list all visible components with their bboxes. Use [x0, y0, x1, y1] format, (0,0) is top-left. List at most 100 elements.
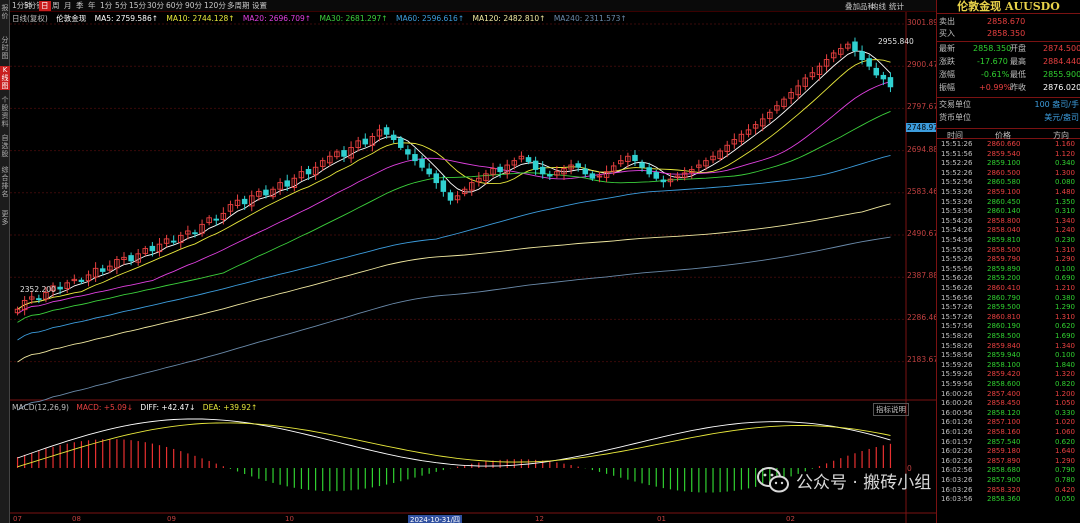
- ma60-line: [17, 154, 891, 341]
- indicator-help-button[interactable]: 指标说明: [873, 403, 909, 416]
- trade-row: 15:59:26 2859.420 1.320: [937, 370, 1080, 379]
- trade-price: 2858.500: [987, 332, 1021, 340]
- trade-direction: 0.340: [1054, 159, 1075, 168]
- unit-row: 货币单位 美元/盎司: [937, 112, 1080, 124]
- candle-body: [57, 286, 63, 290]
- trade-row: 15:59:26 2858.100 1.840: [937, 361, 1080, 370]
- macd-title: MACD(12,26,9): [12, 403, 69, 412]
- ma30-line: [17, 110, 891, 323]
- ma20-line: [17, 81, 891, 314]
- unit-value: 美元/盎司: [1044, 113, 1079, 122]
- trade-row: 15:56:26 2859.200 0.690: [937, 274, 1080, 283]
- candle-body: [639, 162, 645, 168]
- trade-price: 2859.890: [987, 264, 1021, 273]
- trade-price: 2857.900: [987, 476, 1021, 484]
- stat-row: 最新 2858.350 开盘 2874.500: [937, 43, 1080, 55]
- candle-body: [866, 58, 872, 67]
- trade-direction: 0.690: [1054, 274, 1075, 283]
- trade-time: 16:00:26: [941, 389, 973, 398]
- trade-direction: 1.640: [1054, 447, 1075, 456]
- stat-label: 昨收: [1010, 83, 1026, 92]
- candle-body: [547, 174, 553, 177]
- trade-price: 2858.120: [987, 408, 1021, 417]
- stat-value: -0.61%: [981, 70, 1010, 79]
- candle-body: [149, 245, 156, 252]
- trade-time: 16:01:26: [941, 418, 973, 427]
- trade-row: 15:52:26 2860.500 1.300: [937, 169, 1080, 178]
- trade-price: 2858.500: [987, 245, 1021, 254]
- bid-row: 买入 2858.350: [937, 28, 1080, 40]
- candle-body: [78, 279, 85, 282]
- stat-label: 最新: [939, 44, 955, 53]
- kline-chart[interactable]: [10, 0, 936, 523]
- trade-row: 16:00:26 2857.400 1.200: [937, 390, 1080, 399]
- unit-row: 交易单位 100 盎司/手: [937, 99, 1080, 111]
- candle-body: [440, 180, 447, 192]
- left-tab-bar: 报价 分时图 K线图 个股资料 自选股 综合排名 更多: [0, 0, 10, 523]
- stat-value: +0.99%: [979, 83, 1012, 92]
- candle-body: [539, 166, 546, 175]
- tab-profile[interactable]: 个股资料: [0, 96, 10, 128]
- trade-price: 2859.420: [987, 370, 1021, 379]
- candle-body: [405, 149, 411, 155]
- trade-price: 2858.160: [987, 428, 1021, 436]
- diff-line: [17, 418, 891, 467]
- trade-price: 2860.790: [987, 293, 1021, 302]
- ma5-line: [17, 50, 891, 310]
- candle-body: [341, 150, 347, 157]
- trade-time: 15:59:26: [941, 370, 973, 379]
- trade-time: 15:54:26: [941, 226, 973, 235]
- candle-body: [873, 67, 880, 76]
- candle-body: [419, 158, 425, 168]
- low-price-label: 2352.200: [20, 285, 56, 294]
- trade-time: 16:01:26: [941, 428, 973, 436]
- x-tick: 09: [167, 515, 176, 523]
- candle-body: [646, 167, 652, 175]
- trade-price: 2860.580: [987, 178, 1021, 187]
- trade-direction: 0.310: [1054, 207, 1075, 216]
- trade-row: 15:59:56 2858.600 0.820: [937, 380, 1080, 389]
- stat-row: 涨跌 -17.670 最高 2884.440: [937, 56, 1080, 68]
- trade-time: 15:57:26: [941, 312, 973, 321]
- tab-watchlist[interactable]: 自选股: [0, 134, 10, 158]
- tab-timeshare[interactable]: 分时图: [0, 36, 10, 60]
- trade-price: 2859.810: [987, 236, 1021, 244]
- trade-row: 16:03:26 2858.320 0.420: [937, 486, 1080, 495]
- dea-line: [17, 422, 891, 468]
- trade-row: 16:01:26 2858.160 1.060: [937, 428, 1080, 437]
- trade-time: 15:52:56: [941, 178, 973, 187]
- stat-row: 涨幅 -0.61% 最低 2855.900: [937, 69, 1080, 81]
- trade-time: 15:56:26: [941, 284, 973, 292]
- trade-time: 15:54:56: [941, 236, 973, 244]
- tab-more[interactable]: 更多: [0, 210, 10, 226]
- trade-row: 15:58:56 2859.940 0.100: [937, 351, 1080, 360]
- candle-body: [263, 189, 269, 196]
- tab-kline[interactable]: K线图: [0, 66, 10, 90]
- candle-body: [412, 154, 418, 162]
- stat-value: 2884.440: [1043, 57, 1080, 66]
- trade-direction: 0.820: [1054, 380, 1075, 388]
- stat-label: 最低: [1010, 70, 1026, 79]
- trade-direction: 0.050: [1054, 495, 1075, 504]
- trade-time: 15:55:26: [941, 245, 973, 254]
- trade-row: 15:58:26 2858.500 1.690: [937, 332, 1080, 341]
- trade-price: 2859.500: [987, 303, 1021, 312]
- stat-label: 最高: [1010, 57, 1026, 66]
- tab-ranking[interactable]: 综合排名: [0, 166, 10, 198]
- candle-body: [660, 179, 667, 183]
- trade-time: 15:57:56: [941, 322, 973, 331]
- stat-label: 开盘: [1010, 44, 1026, 53]
- trade-table-header: 时间 价格 方向: [937, 128, 1080, 140]
- stat-row: 振幅 +0.99% 昨收 2876.020: [937, 82, 1080, 94]
- trade-direction: 1.310: [1054, 245, 1075, 254]
- trade-direction: 1.290: [1054, 303, 1075, 312]
- tab-quote[interactable]: 报价: [0, 4, 10, 20]
- candle-body: [241, 198, 248, 205]
- trade-direction: 0.330: [1054, 408, 1075, 417]
- trade-direction: 1.210: [1054, 284, 1075, 292]
- candle-body: [383, 127, 390, 135]
- candle-body: [852, 41, 858, 52]
- macd-legend: MACD(12,26,9) MACD: +5.09↓ DIFF: +42.47↓…: [12, 403, 257, 412]
- trade-direction: 1.160: [1054, 140, 1075, 148]
- candle-body: [589, 173, 596, 179]
